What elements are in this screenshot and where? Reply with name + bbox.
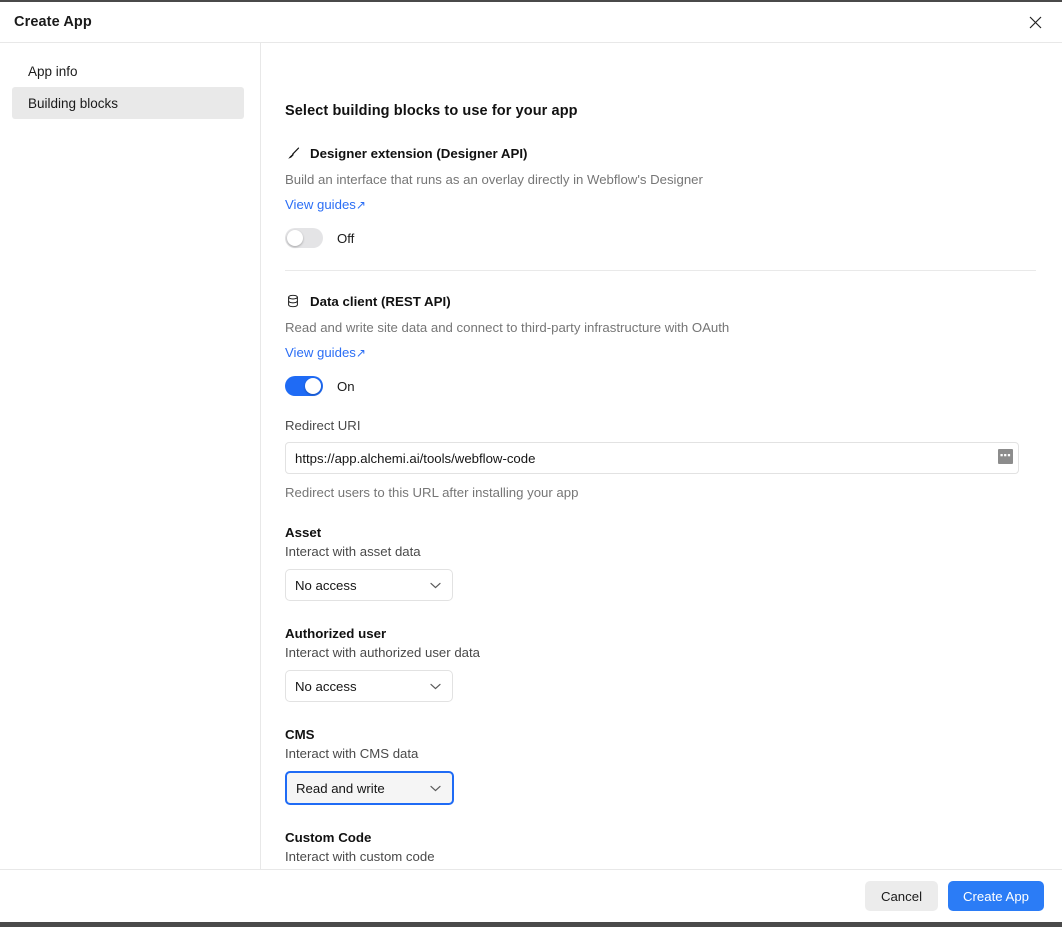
modal-titlebar: Create App: [0, 2, 1062, 43]
data-client-toggle-label: On: [337, 378, 355, 394]
external-link-arrow-icon: ↗: [355, 198, 366, 212]
permission-description: Interact with CMS data: [285, 746, 419, 761]
chevron-down-icon: [430, 582, 441, 589]
block-designer-extension: Designer extension (Designer API) Build …: [285, 145, 1036, 248]
permission-cms: CMS Interact with CMS data Read and writ…: [285, 727, 1036, 805]
modal-footer: Cancel Create App: [0, 869, 1062, 922]
chevron-down-icon: [430, 683, 441, 690]
database-icon: [285, 293, 301, 309]
designer-extension-toggle[interactable]: [285, 228, 323, 248]
paintbrush-icon: [285, 145, 301, 161]
sidebar-item-label: Building blocks: [28, 95, 119, 111]
permission-name: Custom Code: [285, 830, 372, 845]
view-guides-link-designer[interactable]: View guides↗: [285, 197, 366, 212]
asset-access-select[interactable]: No access: [285, 569, 453, 601]
modal-sidebar: App info Building blocks: [0, 43, 261, 869]
resize-handle-icon[interactable]: ▪▪▪: [998, 449, 1013, 464]
block-description: Read and write site data and connect to …: [285, 320, 730, 335]
block-header: Designer extension (Designer API): [285, 145, 1036, 161]
external-link-arrow-icon: ↗: [355, 346, 366, 360]
block-data-client: Data client (REST API) Read and write si…: [285, 293, 1036, 396]
permission-asset: Asset Interact with asset data No access: [285, 525, 1036, 601]
sidebar-item-building-blocks[interactable]: Building blocks: [12, 87, 244, 119]
chevron-down-icon: [430, 785, 441, 792]
resize-handle-glyph: ▪▪▪: [999, 450, 1012, 460]
designer-extension-toggle-row: Off: [285, 228, 1036, 248]
permission-description: Interact with asset data: [285, 544, 421, 559]
permission-name: CMS: [285, 727, 315, 742]
create-app-modal: Create App App info Building blocks Sele…: [0, 0, 1062, 927]
toggle-knob: [305, 378, 321, 394]
redirect-uri-label: Redirect URI: [285, 418, 361, 433]
permission-authorized-user: Authorized user Interact with authorized…: [285, 626, 1036, 702]
designer-extension-toggle-label: Off: [337, 230, 355, 246]
page-title: Create App: [14, 14, 92, 30]
data-client-toggle[interactable]: [285, 376, 323, 396]
redirect-uri-input[interactable]: [285, 442, 1019, 474]
view-guides-link-data-client[interactable]: View guides↗: [285, 345, 366, 360]
permission-description: Interact with custom code: [285, 849, 435, 864]
permission-name: Authorized user: [285, 626, 387, 641]
select-value: Read and write: [296, 780, 385, 796]
block-title: Designer extension (Designer API): [310, 145, 528, 161]
permission-description: Interact with authorized user data: [285, 645, 480, 660]
sidebar-item-app-info[interactable]: App info: [12, 55, 244, 87]
data-client-toggle-row: On: [285, 376, 1036, 396]
view-guides-label: View guides: [285, 197, 356, 212]
section-divider: [285, 270, 1036, 271]
select-value: No access: [295, 678, 357, 694]
permission-name: Asset: [285, 525, 322, 540]
permission-custom-code: Custom Code Interact with custom code No…: [285, 830, 1036, 869]
redirect-uri-hint: Redirect users to this URL after install…: [285, 485, 579, 500]
block-title: Data client (REST API): [310, 293, 451, 309]
view-guides-label: View guides: [285, 345, 356, 360]
create-app-button[interactable]: Create App: [948, 881, 1044, 911]
cancel-button[interactable]: Cancel: [864, 881, 939, 911]
select-value: No access: [295, 577, 357, 593]
content-heading: Select building blocks to use for your a…: [285, 103, 578, 119]
close-icon[interactable]: [1022, 9, 1048, 35]
block-header: Data client (REST API): [285, 293, 1036, 309]
sidebar-item-label: App info: [28, 63, 78, 79]
modal-content: Select building blocks to use for your a…: [261, 43, 1062, 869]
redirect-uri-input-wrap: ▪▪▪: [285, 442, 1019, 474]
cms-access-select[interactable]: Read and write: [285, 771, 454, 805]
modal-body: App info Building blocks Select building…: [0, 43, 1062, 869]
block-description: Build an interface that runs as an overl…: [285, 172, 703, 187]
redirect-uri-field: Redirect URI ▪▪▪ Redirect users to this …: [285, 418, 1036, 500]
toggle-knob: [287, 230, 303, 246]
authorized-user-access-select[interactable]: No access: [285, 670, 453, 702]
